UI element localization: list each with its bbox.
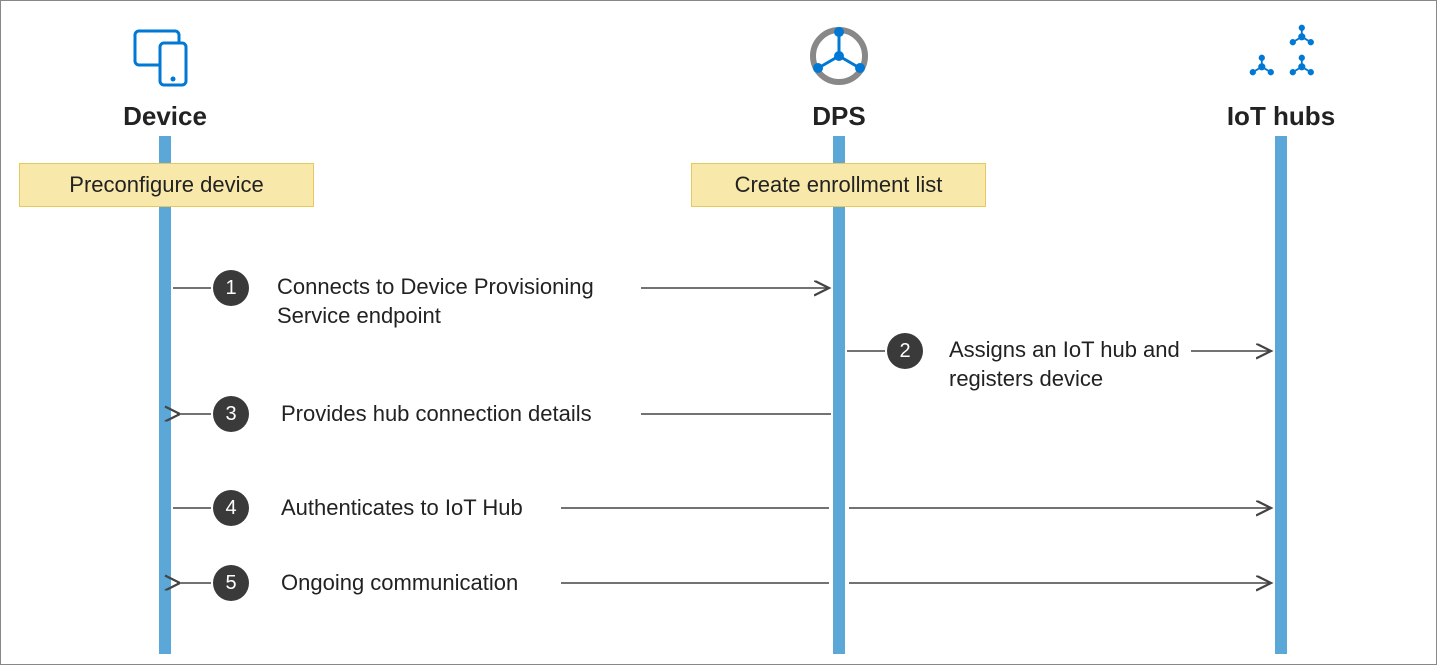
step3-badge: 3 [213, 396, 249, 432]
dps-lifeline [833, 136, 845, 654]
step1-badge: 1 [213, 270, 249, 306]
step1-text: Connects to Device Provisioning Service … [277, 273, 637, 330]
note-preconfigure: Preconfigure device [19, 163, 314, 207]
arrows-svg [1, 1, 1437, 666]
dps-icon [804, 21, 874, 96]
device-icon [130, 21, 200, 96]
step2-badge: 2 [887, 333, 923, 369]
iothubs-title: IoT hubs [1227, 101, 1335, 132]
step2-text: Assigns an IoT hub and registers device [949, 336, 1189, 393]
note-enrollment: Create enrollment list [691, 163, 986, 207]
iothubs-icon [1236, 21, 1326, 96]
step3-text: Provides hub connection details [277, 400, 596, 429]
device-lifeline [159, 136, 171, 654]
step5-badge: 5 [213, 565, 249, 601]
iothubs-lifeline [1275, 136, 1287, 654]
step4-text: Authenticates to IoT Hub [277, 494, 527, 523]
step4-badge: 4 [213, 490, 249, 526]
step5-text: Ongoing communication [277, 569, 522, 598]
dps-title: DPS [812, 101, 865, 132]
device-title: Device [123, 101, 207, 132]
